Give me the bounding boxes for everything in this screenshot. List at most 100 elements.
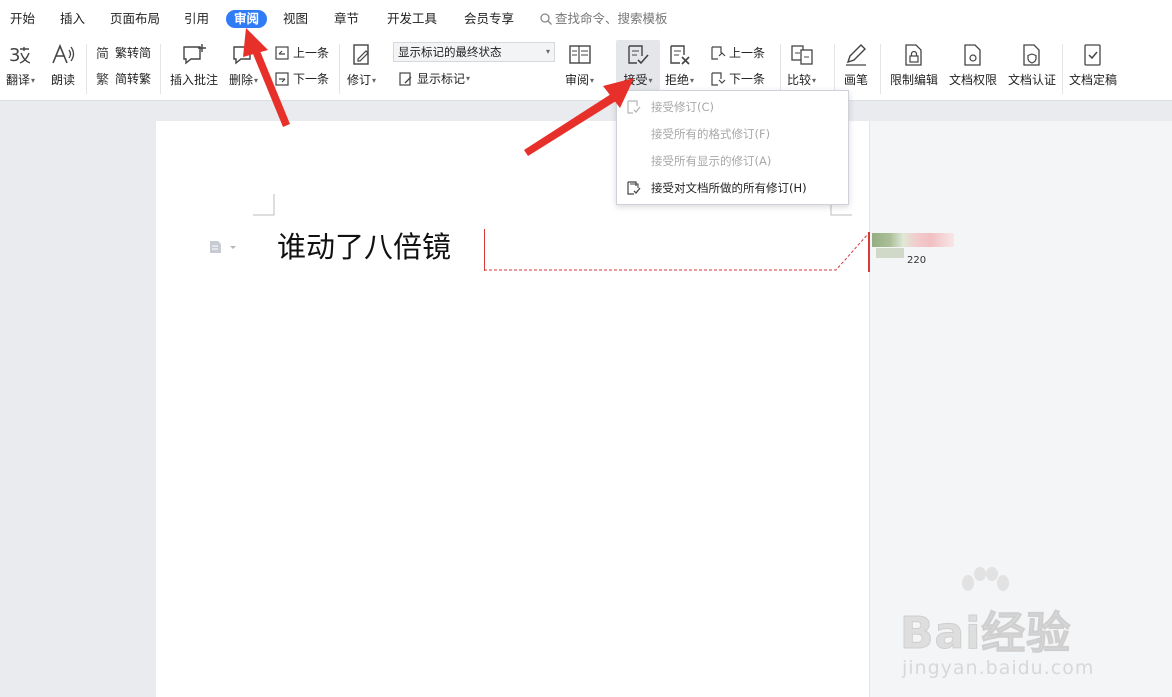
insert-comment-icon <box>181 42 207 68</box>
document-rights-label: 文档权限 <box>949 73 998 87</box>
trad-to-simp-icon: 简 <box>96 46 109 61</box>
simp-to-trad-label: 简转繁 <box>115 72 152 86</box>
reject-label: 拒绝 <box>665 73 690 87</box>
trad-to-simp-label: 繁转简 <box>115 46 152 60</box>
tab-start[interactable]: 开始 <box>10 10 35 28</box>
watermark-url: jingyan.baidu.com <box>902 657 1095 679</box>
compare-icon <box>789 42 815 68</box>
show-markup-button[interactable]: 显示标记 ▾ <box>398 70 470 88</box>
chevron-down-icon: ▾ <box>545 47 550 56</box>
document-finalize-label: 文档定稿 <box>1069 73 1118 87</box>
tab-insert[interactable]: 插入 <box>60 10 85 28</box>
display-mode-value: 显示标记的最终状态 <box>398 45 502 59</box>
document-certify-label: 文档认证 <box>1008 73 1057 87</box>
document-rights-icon <box>960 42 986 68</box>
document-finalize-button[interactable]: 文档定稿 <box>1069 42 1117 88</box>
delete-comment-icon <box>231 42 257 68</box>
pen-button[interactable]: 画笔 <box>843 42 869 88</box>
pen-icon <box>843 42 869 68</box>
previous-revision-button[interactable]: 上一条 <box>710 44 765 62</box>
comment-connector <box>484 233 869 271</box>
paragraph-menu-icon[interactable] <box>209 240 237 254</box>
baidu-jingyan-watermark: Bai经验 jingyan.baidu.com <box>899 567 1170 695</box>
restrict-edit-label: 限制编辑 <box>890 73 939 87</box>
chevron-down-icon: ▾ <box>372 76 377 85</box>
menu-item-label: 接受对文档所做的所有修订(H) <box>651 181 807 195</box>
comment-author-blurred <box>872 233 954 247</box>
menu-item-accept-revision[interactable]: 接受修订(C) <box>617 95 846 119</box>
tab-review[interactable]: 审阅 <box>226 10 268 28</box>
pen-label: 画笔 <box>843 73 868 87</box>
chevron-down-icon: ▾ <box>31 76 36 85</box>
next-label: 下一条 <box>293 72 330 86</box>
menu-item-label: 接受修订(C) <box>651 100 715 114</box>
previous-comment-button[interactable]: 上一条 <box>274 44 329 62</box>
restrict-edit-button[interactable]: 限制编辑 <box>890 42 938 88</box>
accept-dropdown-menu: 接受修订(C) 接受所有的格式修订(F) 接受所有显示的修订(A) 接受对文档所… <box>616 90 849 205</box>
svg-text:3: 3 <box>9 45 20 66</box>
chevron-down-icon: ▾ <box>812 76 817 85</box>
shield-document-icon <box>1019 42 1045 68</box>
check-document-icon <box>1080 42 1106 68</box>
accept-all-icon <box>627 181 641 195</box>
reject-button[interactable]: 拒绝▾ <box>665 42 694 89</box>
next-comment-button[interactable]: 下一条 <box>274 70 329 88</box>
menu-item-accept-format-revisions[interactable]: 接受所有的格式修订(F) <box>617 122 846 146</box>
lock-document-icon <box>901 42 927 68</box>
tab-references[interactable]: 引用 <box>184 10 209 28</box>
menu-item-accept-shown-revisions[interactable]: 接受所有显示的修订(A) <box>617 149 846 173</box>
tab-member[interactable]: 会员专享 <box>464 10 514 28</box>
tab-view[interactable]: 视图 <box>283 10 308 28</box>
document-certify-button[interactable]: 文档认证 <box>1008 42 1056 88</box>
tab-chapter[interactable]: 章节 <box>334 10 359 28</box>
svg-text:简: 简 <box>96 46 109 61</box>
translate-icon: 3 <box>8 42 34 68</box>
insert-comment-button[interactable]: 插入批注 <box>170 42 218 88</box>
watermark-brand: Bai经验 <box>899 608 1072 660</box>
review-pane-icon <box>567 42 593 68</box>
insert-comment-label: 插入批注 <box>170 73 219 87</box>
review-pane-button[interactable]: 审阅▾ <box>565 42 594 89</box>
crop-mark-top-left <box>253 194 275 216</box>
comment-balloon-edge <box>868 232 870 272</box>
previous-comment-icon <box>275 46 289 60</box>
next-revision-icon <box>711 72 726 86</box>
translate-button[interactable]: 3 翻译▾ <box>6 42 35 89</box>
accept-revision-icon <box>627 100 641 114</box>
delete-comment-button[interactable]: 删除▾ <box>229 42 258 89</box>
reject-icon <box>667 42 693 68</box>
next-revision-button[interactable]: 下一条 <box>710 70 765 88</box>
track-changes-button[interactable]: 修订▾ <box>347 42 376 89</box>
track-changes-label: 修订 <box>347 73 372 87</box>
show-markup-label: 显示标记 <box>417 72 466 86</box>
display-mode-select[interactable]: 显示标记的最终状态 ▾ <box>393 42 555 62</box>
chevron-down-icon: ▾ <box>254 76 259 85</box>
document-rights-button[interactable]: 文档权限 <box>949 42 997 88</box>
menu-tab-bar: 开始 插入 页面布局 引用 审阅 视图 章节 开发工具 会员专享 查找命令、搜索… <box>0 0 1172 38</box>
accept-button[interactable]: 接受▾ <box>616 40 660 90</box>
tab-page-layout[interactable]: 页面布局 <box>110 10 160 28</box>
menu-item-label: 接受所有显示的修订(A) <box>651 154 772 168</box>
show-markup-icon <box>399 72 412 86</box>
compare-label: 比较 <box>787 73 812 87</box>
menu-item-accept-all-revisions[interactable]: 接受对文档所做的所有修订(H) <box>617 176 846 200</box>
compare-button[interactable]: 比较▾ <box>787 42 816 89</box>
search-icon <box>540 13 552 25</box>
simp-to-trad-icon: 繁 <box>96 72 109 87</box>
simp-to-trad-button[interactable]: 繁简转繁 <box>96 70 151 88</box>
comment-count: 220 <box>907 255 927 266</box>
next-comment-icon <box>275 72 289 86</box>
delete-label: 删除 <box>229 73 254 87</box>
review-label: 审阅 <box>565 73 590 87</box>
tab-developer[interactable]: 开发工具 <box>387 10 437 28</box>
translate-label: 翻译 <box>6 73 31 87</box>
command-search[interactable]: 查找命令、搜索模板 <box>540 10 668 28</box>
chevron-down-icon: ▾ <box>690 76 695 85</box>
svg-text:繁: 繁 <box>96 72 109 87</box>
menu-item-label: 接受所有的格式修订(F) <box>651 127 771 141</box>
trad-to-simp-button[interactable]: 简繁转简 <box>96 44 151 62</box>
read-aloud-icon <box>50 42 76 68</box>
document-text[interactable]: 谁动了八倍镜 <box>277 228 451 266</box>
read-aloud-button[interactable]: 朗读 <box>50 42 76 88</box>
reject-next-label: 下一条 <box>729 72 766 86</box>
